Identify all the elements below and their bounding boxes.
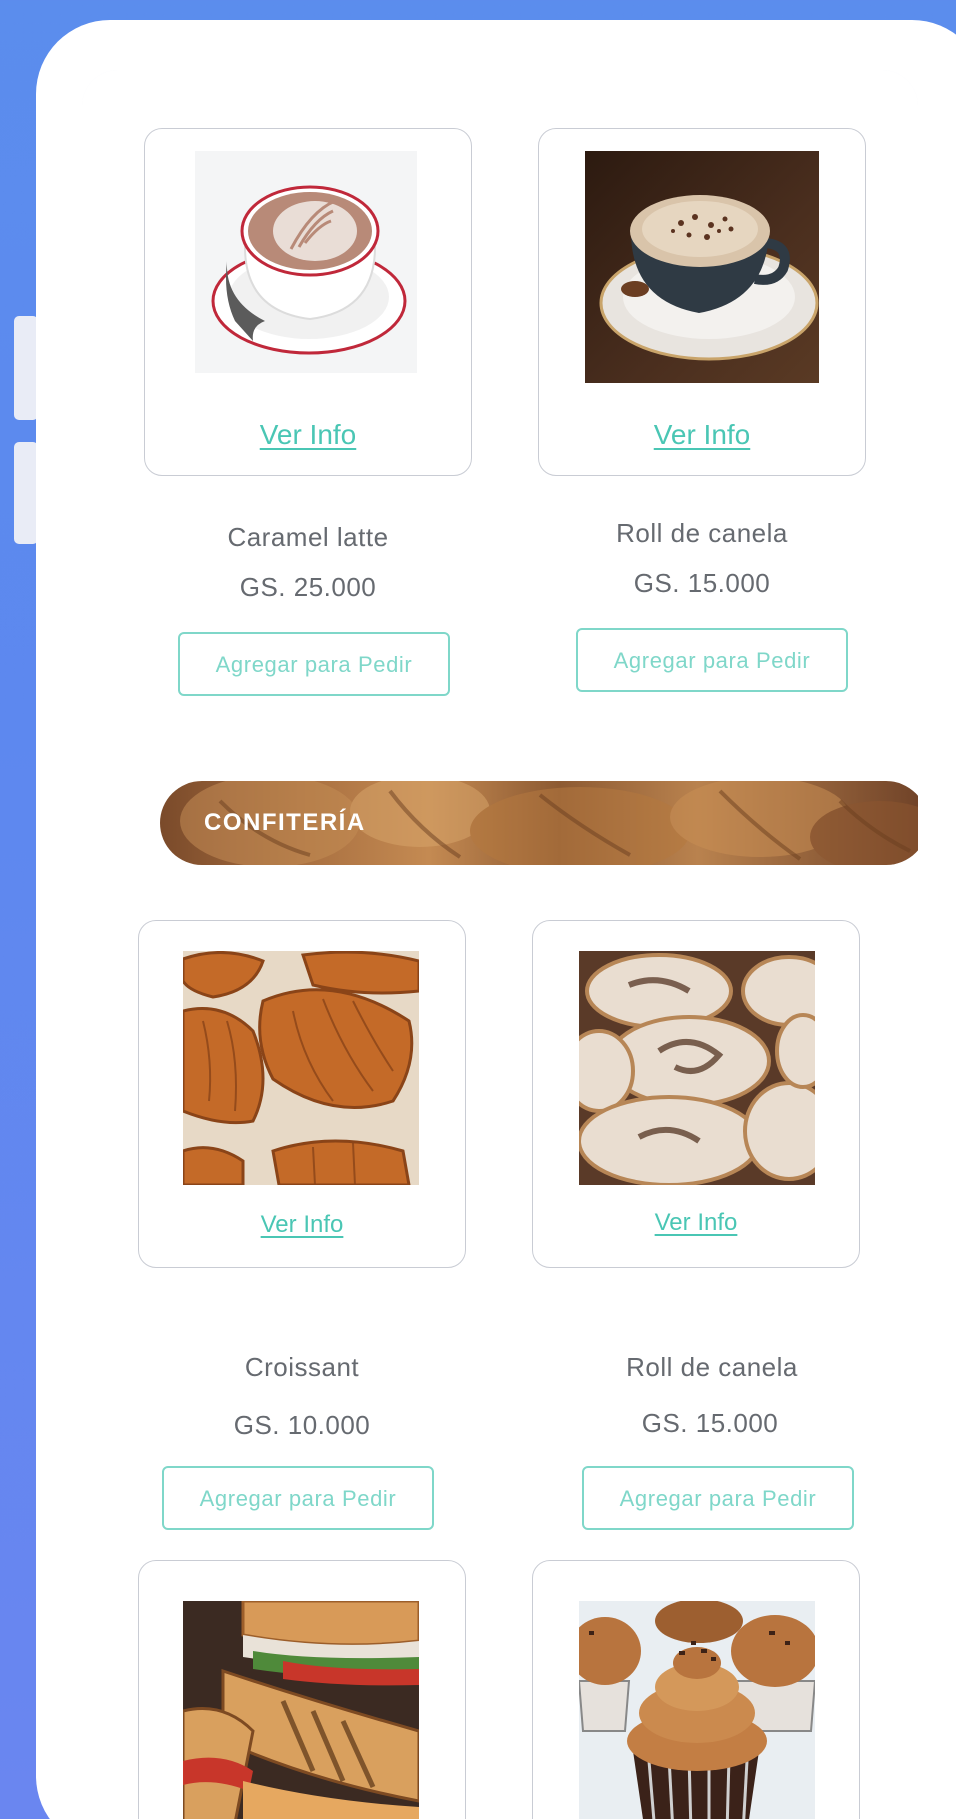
product-card-croissant[interactable]: Ver Info	[138, 920, 466, 1268]
croissant-image	[183, 951, 419, 1185]
product-price: GS. 15.000	[641, 1408, 779, 1438]
cupcake-image	[579, 1601, 815, 1819]
ver-info-link[interactable]: Ver Info	[533, 1209, 859, 1237]
cappuccino-image	[585, 151, 819, 383]
product-card-cupcake[interactable]	[532, 1560, 860, 1819]
product-price: GS. 10.000	[233, 1410, 371, 1440]
add-to-order-button[interactable]: Agregar para Pedir	[576, 628, 848, 692]
ver-info-link[interactable]: Ver Info	[145, 419, 471, 451]
add-to-order-button[interactable]: Agregar para Pedir	[582, 1466, 854, 1530]
ver-info-link[interactable]: Ver Info	[539, 419, 865, 451]
product-price: GS. 15.000	[633, 568, 771, 598]
volume-down-side-button	[14, 442, 38, 544]
product-name: Roll de canela	[616, 518, 788, 548]
phone-frame: Ver Info Caramel latte GS. 25.000 Agrega…	[36, 20, 956, 1819]
volume-up-side-button	[14, 316, 38, 420]
product-list: Ver Info Caramel latte GS. 25.000 Agrega…	[82, 70, 918, 1819]
cinnamon-roll-image	[579, 951, 815, 1185]
product-card-roll-de-canela[interactable]: Ver Info	[538, 128, 866, 476]
phone-screen: Ver Info Caramel latte GS. 25.000 Agrega…	[82, 70, 918, 1819]
sandwich-image	[183, 1601, 419, 1819]
product-price: GS. 25.000	[239, 572, 377, 602]
product-card-sandwich[interactable]	[138, 1560, 466, 1819]
add-to-order-button[interactable]: Agregar para Pedir	[162, 1466, 434, 1530]
product-card-roll-de-canela[interactable]: Ver Info	[532, 920, 860, 1268]
section-title: CONFITERÍA	[204, 809, 366, 836]
product-name: Croissant	[244, 1352, 360, 1382]
product-name: Roll de canela	[626, 1352, 798, 1382]
section-banner-confiteria: CONFITERÍA	[160, 781, 918, 865]
add-to-order-button[interactable]: Agregar para Pedir	[178, 632, 450, 696]
product-card-caramel-latte[interactable]: Ver Info	[144, 128, 472, 476]
caramel-latte-image	[195, 151, 417, 373]
product-name: Caramel latte	[227, 522, 389, 552]
ver-info-link[interactable]: Ver Info	[139, 1211, 465, 1239]
